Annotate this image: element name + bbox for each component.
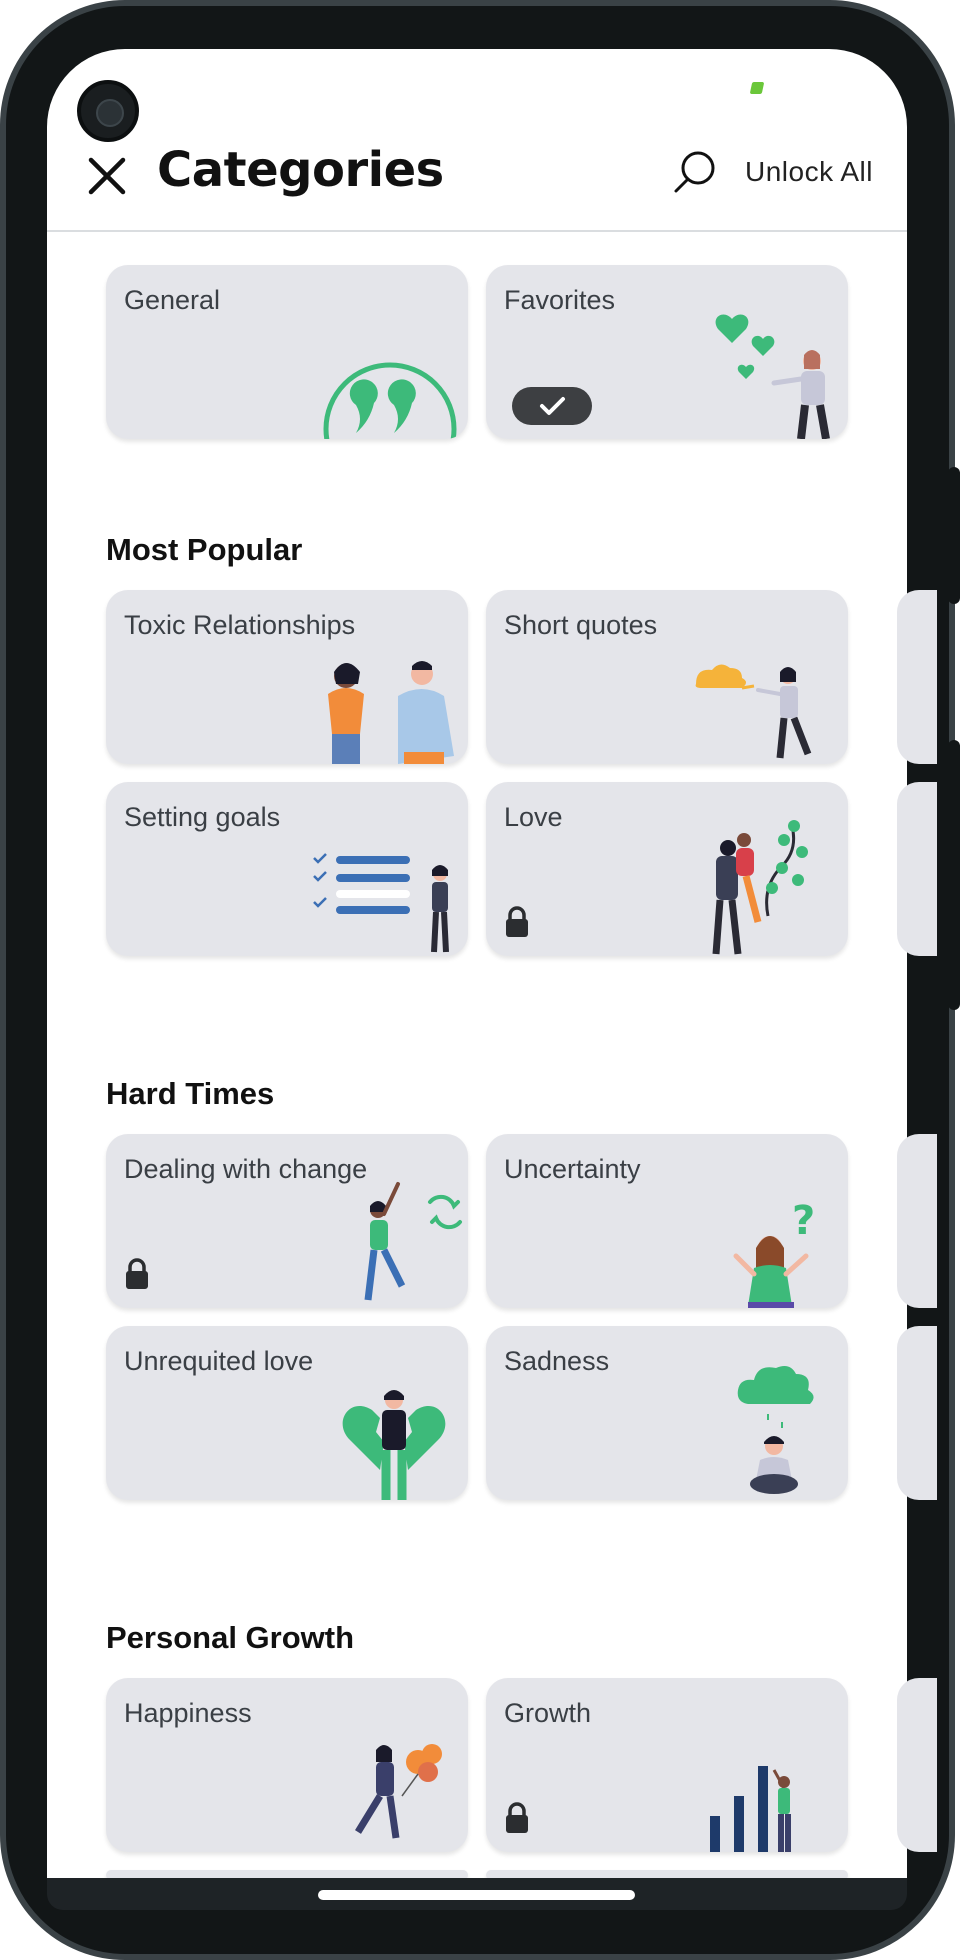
search-icon[interactable]: [671, 148, 719, 196]
speech-cloud-illustration: [695, 664, 812, 759]
category-card-short-quotes[interactable]: Short quotes: [486, 590, 848, 764]
card-label: Setting goals: [124, 802, 281, 832]
couple-plant-illustration: [712, 820, 808, 955]
section-title-hard-times: Hard Times: [106, 1076, 275, 1111]
card-label: Happiness: [124, 1698, 252, 1728]
broken-heart-illustration: [342, 1390, 446, 1500]
power-button: [948, 740, 960, 1010]
hearts-illustration: [715, 314, 830, 439]
category-card-setting-goals[interactable]: Setting goals: [106, 782, 468, 956]
card-label: Toxic Relationships: [124, 610, 356, 640]
card-label: Short quotes: [504, 610, 658, 640]
lock-icon: [126, 1258, 148, 1289]
card-label: Uncertainty: [504, 1154, 641, 1184]
question-illustration: ?: [733, 1198, 815, 1308]
selected-badge: [512, 387, 592, 425]
lock-icon: [506, 906, 528, 937]
status-indicator-icon: [749, 82, 765, 94]
peek-card: [897, 782, 937, 956]
lock-icon: [506, 1802, 528, 1833]
app-header: Categories Unlock All: [47, 118, 907, 232]
category-card-sadness[interactable]: Sadness: [486, 1326, 848, 1500]
peek-card: [897, 1678, 937, 1852]
card-label: Love: [504, 802, 563, 832]
section-title-personal-growth: Personal Growth: [106, 1620, 355, 1655]
unlock-all-button[interactable]: Unlock All: [745, 156, 873, 188]
checklist-illustration: [313, 853, 449, 953]
section-title-most-popular: Most Popular: [106, 532, 303, 567]
peek-card: [897, 590, 937, 764]
category-card-love[interactable]: Love: [486, 782, 848, 956]
card-label: Favorites: [504, 285, 616, 315]
page-title: Categories: [157, 142, 444, 198]
close-icon[interactable]: [85, 154, 129, 198]
home-indicator[interactable]: [318, 1890, 635, 1900]
card-label: Unrequited love: [124, 1346, 314, 1376]
card-label: General: [124, 285, 221, 315]
category-card-uncertainty[interactable]: Uncertainty ?: [486, 1134, 848, 1308]
svg-text:?: ?: [792, 1198, 815, 1244]
category-card-happiness[interactable]: Happiness: [106, 1678, 468, 1852]
card-label: Growth: [504, 1698, 592, 1728]
peek-card: [897, 1326, 937, 1500]
category-card-unrequited-love[interactable]: Unrequited love: [106, 1326, 468, 1500]
peek-card: [897, 1134, 937, 1308]
card-label: Sadness: [504, 1346, 610, 1376]
category-card-growth[interactable]: Growth: [486, 1678, 848, 1852]
balloons-illustration: [355, 1744, 442, 1839]
category-card-toxic-relationships[interactable]: Toxic Relationships: [106, 590, 468, 764]
growth-bars-illustration: [710, 1766, 791, 1852]
volume-button: [948, 467, 960, 604]
category-card-general[interactable]: General: [106, 265, 468, 439]
quote-icon: [323, 362, 457, 439]
category-card-favorites[interactable]: Favorites: [486, 265, 848, 439]
category-card-dealing-with-change[interactable]: Dealing with change: [106, 1134, 468, 1308]
change-illustration: [364, 1182, 462, 1301]
couple-illustration: [328, 661, 454, 764]
rain-cloud-illustration: [737, 1366, 814, 1494]
check-icon: [540, 397, 565, 415]
